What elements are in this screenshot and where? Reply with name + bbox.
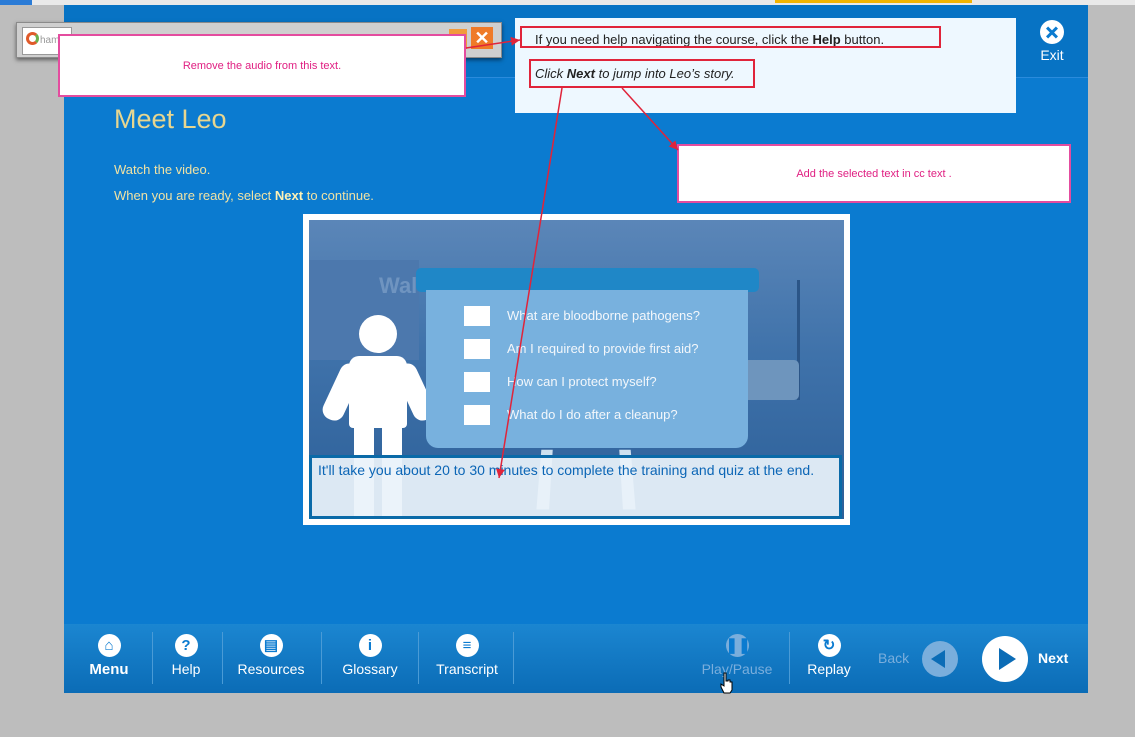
annotation-arrow	[465, 36, 521, 49]
annotation-arrow	[495, 87, 563, 479]
annotation-arrows	[465, 36, 679, 479]
hand-cursor-icon	[720, 672, 733, 694]
annotation-arrow	[621, 87, 679, 151]
